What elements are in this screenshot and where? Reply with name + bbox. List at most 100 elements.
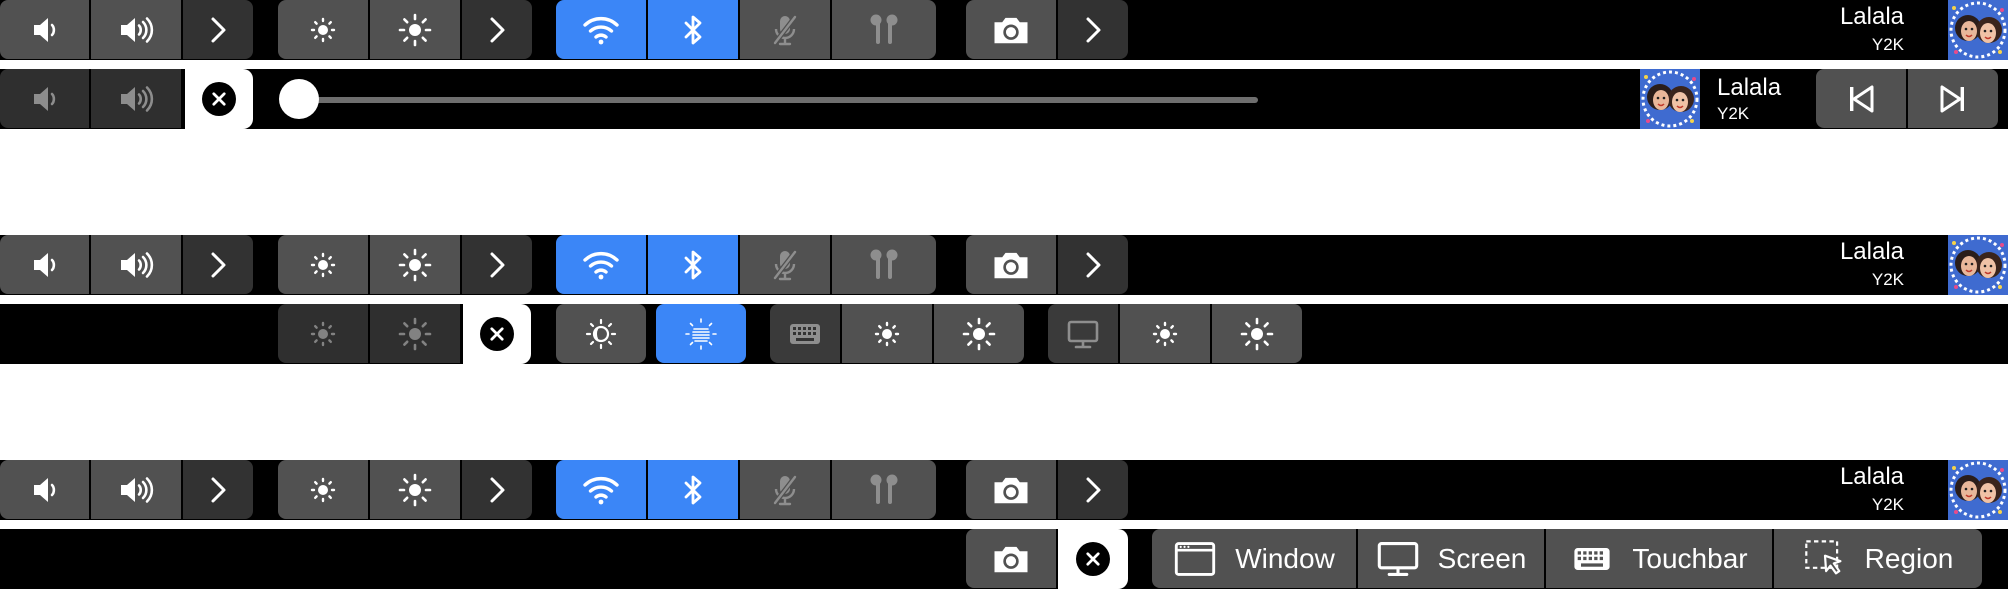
brightness-down-icon: [303, 245, 343, 285]
wifi-icon: [581, 245, 621, 285]
track-title: Lalala: [1839, 238, 1904, 265]
bluetooth-icon: [673, 10, 713, 50]
media-control-bar: Lalala Y2K: [0, 69, 2008, 129]
volume-down-icon: [25, 10, 65, 50]
monitor-icon: [1063, 314, 1103, 354]
now-playing-info[interactable]: Lalala Y2K: [1840, 235, 1904, 295]
brightness-down-button[interactable]: [278, 460, 368, 519]
chevron-right-icon: [1073, 10, 1113, 50]
close-icon: [1078, 544, 1108, 574]
wifi-toggle[interactable]: [556, 460, 646, 519]
track-artist: Y2K: [1717, 104, 1750, 123]
expand-screenshot-button[interactable]: [1058, 235, 1128, 294]
airpods-button[interactable]: [832, 0, 936, 59]
keyboard-icon: [785, 314, 825, 354]
avatar[interactable]: [1948, 0, 2008, 60]
microphone-toggle[interactable]: [740, 460, 830, 519]
bluetooth-icon: [673, 245, 713, 285]
avatar[interactable]: [1948, 460, 2008, 520]
wifi-toggle[interactable]: [556, 0, 646, 59]
close-strip-button[interactable]: [185, 69, 253, 129]
volume-down-button[interactable]: [0, 460, 89, 519]
airpods-icon: [864, 470, 904, 510]
previous-track-button[interactable]: [1816, 69, 1906, 128]
brightness-up-button[interactable]: [370, 235, 460, 294]
close-brightness-button[interactable]: [463, 304, 531, 364]
brightness-down-button[interactable]: [278, 235, 368, 294]
brightness-down-button-dim[interactable]: [278, 304, 368, 363]
volume-up-button-dim[interactable]: [91, 69, 181, 128]
expand-volume-button[interactable]: [183, 0, 253, 59]
airpods-button[interactable]: [832, 235, 936, 294]
night-shift-toggle[interactable]: [556, 304, 646, 363]
chevron-right-icon: [198, 470, 238, 510]
volume-up-button[interactable]: [91, 0, 181, 59]
now-playing-info[interactable]: Lalala Y2K: [1717, 69, 1781, 129]
now-playing-info[interactable]: Lalala Y2K: [1840, 460, 1904, 520]
volume-down-button[interactable]: [0, 235, 89, 294]
volume-up-button[interactable]: [91, 235, 181, 294]
expand-volume-button[interactable]: [183, 460, 253, 519]
camera-icon: [989, 468, 1033, 512]
chevron-right-icon: [477, 10, 517, 50]
close-screenshot-button[interactable]: [1058, 529, 1128, 589]
brightness-up-icon: [395, 10, 435, 50]
control-strip-bar-2: Lalala Y2K: [0, 235, 2008, 295]
expand-brightness-button[interactable]: [462, 0, 532, 59]
keyboard-brightness-label: [770, 304, 840, 363]
track-title: Lalala: [1839, 463, 1904, 490]
keyboard-brightness-down-button[interactable]: [842, 304, 932, 363]
screenshot-button[interactable]: [966, 235, 1056, 294]
now-playing-info[interactable]: Lalala Y2K: [1840, 0, 1904, 60]
wifi-icon: [581, 10, 621, 50]
screenshot-button[interactable]: [966, 0, 1056, 59]
chevron-right-icon: [198, 10, 238, 50]
bluetooth-toggle[interactable]: [648, 0, 738, 59]
wifi-toggle[interactable]: [556, 235, 646, 294]
avatar[interactable]: [1948, 235, 2008, 295]
expand-brightness-button[interactable]: [462, 460, 532, 519]
region-icon: [1803, 537, 1847, 581]
camera-icon: [989, 243, 1033, 287]
display-brightness-up-button[interactable]: [1212, 304, 1302, 363]
display-brightness-down-button[interactable]: [1120, 304, 1210, 363]
screenshot-button[interactable]: [966, 460, 1056, 519]
next-track-button[interactable]: [1908, 69, 1998, 128]
bluetooth-toggle[interactable]: [648, 235, 738, 294]
chevron-right-icon: [477, 245, 517, 285]
screenshot-button[interactable]: [966, 529, 1056, 588]
playback-slider-knob[interactable]: [279, 79, 319, 119]
night-shift-icon: [581, 314, 621, 354]
volume-down-button-dim[interactable]: [0, 69, 89, 128]
brightness-up-button[interactable]: [370, 0, 460, 59]
expand-volume-button[interactable]: [183, 235, 253, 294]
brightness-up-button[interactable]: [370, 460, 460, 519]
screenshot-region-button[interactable]: Region: [1774, 529, 1982, 588]
brightness-up-button-dim[interactable]: [370, 304, 460, 363]
volume-down-button[interactable]: [0, 0, 89, 59]
volume-up-icon: [116, 470, 156, 510]
brightness-up-icon: [395, 314, 435, 354]
wifi-icon: [581, 470, 621, 510]
expand-screenshot-button[interactable]: [1058, 0, 1128, 59]
screenshot-window-label: Window: [1235, 542, 1335, 574]
brightness-down-button[interactable]: [278, 0, 368, 59]
track-artist: Y2K: [1871, 35, 1904, 54]
screenshot-window-button[interactable]: Window: [1152, 529, 1356, 588]
screenshot-touchbar-button[interactable]: Touchbar: [1546, 529, 1772, 588]
bluetooth-icon: [673, 470, 713, 510]
volume-down-icon: [25, 470, 65, 510]
playback-slider-track[interactable]: [280, 97, 1258, 103]
keyboard-brightness-up-button[interactable]: [934, 304, 1024, 363]
bluetooth-toggle[interactable]: [648, 460, 738, 519]
expand-screenshot-button[interactable]: [1058, 460, 1128, 519]
microphone-toggle[interactable]: [740, 0, 830, 59]
avatar[interactable]: [1640, 69, 1700, 129]
expand-brightness-button[interactable]: [462, 235, 532, 294]
microphone-toggle[interactable]: [740, 235, 830, 294]
volume-up-button[interactable]: [91, 460, 181, 519]
airpods-button[interactable]: [832, 460, 936, 519]
screenshot-screen-button[interactable]: Screen: [1358, 529, 1544, 588]
true-tone-toggle[interactable]: [656, 304, 746, 363]
mic-muted-icon: [765, 245, 805, 285]
